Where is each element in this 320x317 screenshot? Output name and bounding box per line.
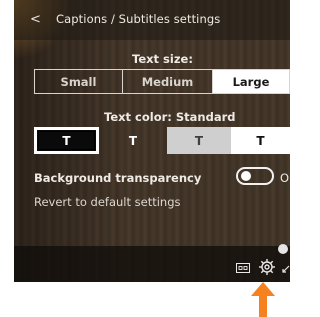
toggle-state-text: O [280, 171, 290, 185]
text-color-label: Text color: Standard [104, 110, 236, 124]
resize-icon[interactable] [282, 263, 290, 273]
captions-settings-panel: < Captions / Subtitles settings Text siz… [14, 0, 290, 282]
text-size-small-button[interactable]: Small [35, 70, 123, 93]
text-color-transparent-swatch[interactable]: T [99, 127, 167, 154]
text-color-selector: T T T T [34, 127, 290, 154]
back-icon[interactable]: < [30, 12, 44, 28]
background-transparency-label: Background transparency [34, 171, 202, 185]
background-transparency-toggle[interactable] [236, 167, 274, 185]
text-size-label: Text size: [132, 52, 193, 66]
text-size-selector: Small Medium Large [34, 69, 290, 94]
closed-captions-icon[interactable] [236, 263, 250, 273]
text-size-large-button[interactable]: Large [213, 70, 289, 93]
seek-slider-handle[interactable] [278, 244, 288, 254]
settings-title: Captions / Subtitles settings [56, 12, 221, 26]
revert-to-default-link[interactable]: Revert to default settings [34, 195, 181, 209]
text-color-white-swatch[interactable]: T [231, 127, 290, 154]
toggle-knob [241, 171, 251, 181]
settings-header: < Captions / Subtitles settings [14, 0, 290, 40]
text-color-gray-swatch[interactable]: T [167, 127, 231, 154]
text-size-medium-button[interactable]: Medium [123, 70, 213, 93]
orange-arrow-annotation [251, 282, 275, 317]
text-color-black-swatch[interactable]: T [34, 127, 99, 154]
gear-icon[interactable] [258, 258, 276, 276]
